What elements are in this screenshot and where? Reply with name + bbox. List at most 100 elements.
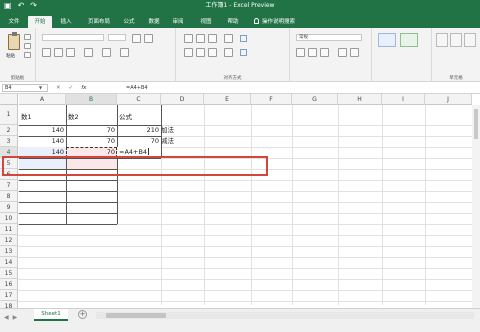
sheet-tab-sheet1[interactable]: Sheet1 xyxy=(34,309,68,321)
number-format-box[interactable]: 常规 xyxy=(296,34,362,41)
column-header-g[interactable]: G xyxy=(292,94,338,105)
wrap-text-icon[interactable] xyxy=(240,35,247,42)
percent-icon[interactable] xyxy=(308,48,317,57)
row-header-16[interactable]: 16 xyxy=(0,279,18,290)
tab-home[interactable]: 开始 xyxy=(28,16,52,28)
font-name-box[interactable] xyxy=(42,34,104,41)
select-all-corner[interactable] xyxy=(0,94,18,105)
row-header-10[interactable]: 10 xyxy=(0,213,18,224)
gridline xyxy=(18,290,480,291)
decrease-font-icon[interactable] xyxy=(144,34,153,43)
increase-decimal-icon[interactable] xyxy=(338,48,347,57)
currency-icon[interactable] xyxy=(296,48,305,57)
horizontal-scroll-thumb[interactable] xyxy=(106,313,166,318)
row-header-7[interactable]: 7 xyxy=(0,180,18,191)
paste-label[interactable]: 粘贴 xyxy=(6,53,15,59)
row-header-17[interactable]: 17 xyxy=(0,290,18,301)
add-sheet-button[interactable]: + xyxy=(78,310,87,319)
italic-icon[interactable] xyxy=(54,48,63,57)
tab-review[interactable]: 审阅 xyxy=(168,16,188,28)
cell-d3[interactable]: 减法 xyxy=(159,136,203,147)
align-bottom-icon[interactable] xyxy=(208,34,217,43)
merge-center-icon[interactable] xyxy=(240,49,247,56)
cell-a2[interactable]: 140 xyxy=(19,125,66,136)
conditional-format-icon[interactable] xyxy=(378,33,396,47)
gridline xyxy=(18,279,480,280)
align-center-icon[interactable] xyxy=(196,48,205,57)
copy-icon[interactable] xyxy=(24,43,31,49)
align-right-icon[interactable] xyxy=(208,48,217,57)
lightbulb-icon xyxy=(254,18,259,24)
align-middle-icon[interactable] xyxy=(196,34,205,43)
column-header-h[interactable]: H xyxy=(338,94,382,105)
cut-icon[interactable] xyxy=(24,34,31,40)
row-header-3[interactable]: 3 xyxy=(0,136,18,147)
row-header-12[interactable]: 12 xyxy=(0,235,18,246)
orientation-icon[interactable] xyxy=(224,34,233,43)
align-top-icon[interactable] xyxy=(184,34,193,43)
cell-c2[interactable]: 210 xyxy=(117,125,161,136)
cell-b1[interactable]: 数2 xyxy=(66,112,117,123)
horizontal-scrollbar[interactable] xyxy=(96,312,474,319)
comma-icon[interactable] xyxy=(320,48,329,57)
tab-formulas[interactable]: 公式 xyxy=(118,16,140,28)
worksheet-grid[interactable]: A B C D E F G H I J 1 2 3 4 5 6 7 8 9 10… xyxy=(0,94,480,312)
row-header-2[interactable]: 2 xyxy=(0,125,18,136)
format-cells-icon[interactable] xyxy=(464,33,476,47)
paste-icon[interactable] xyxy=(8,32,20,50)
cell-b3[interactable]: 70 xyxy=(66,136,117,147)
vertical-scroll-thumb[interactable] xyxy=(474,109,478,139)
font-size-box[interactable] xyxy=(108,34,126,41)
cell-b2[interactable]: 70 xyxy=(66,125,117,136)
decrease-decimal-icon[interactable] xyxy=(350,48,359,57)
column-header-b[interactable]: B xyxy=(66,94,117,105)
chevron-down-icon[interactable]: ▼ xyxy=(39,85,42,90)
tab-file[interactable]: 文件 xyxy=(4,16,24,28)
row-header-11[interactable]: 11 xyxy=(0,224,18,235)
enter-icon[interactable]: ✓ xyxy=(69,85,74,91)
row-header-8[interactable]: 8 xyxy=(0,191,18,202)
tab-view[interactable]: 视图 xyxy=(196,16,216,28)
cell-a1[interactable]: 数1 xyxy=(19,112,66,123)
column-header-d[interactable]: D xyxy=(161,94,204,105)
cell-d2[interactable]: 加法 xyxy=(159,125,203,136)
column-header-f[interactable]: F xyxy=(251,94,292,105)
row-header-13[interactable]: 13 xyxy=(0,246,18,257)
increase-font-icon[interactable] xyxy=(132,34,141,43)
bold-icon[interactable] xyxy=(42,48,51,57)
delete-cells-icon[interactable] xyxy=(450,33,462,47)
tab-help[interactable]: 帮助 xyxy=(222,16,244,28)
row-header-15[interactable]: 15 xyxy=(0,268,18,279)
format-painter-icon[interactable] xyxy=(24,52,31,58)
cell-a3[interactable]: 140 xyxy=(19,136,66,147)
column-header-c[interactable]: C xyxy=(117,94,161,105)
format-table-icon[interactable] xyxy=(400,33,418,47)
tab-data[interactable]: 数据 xyxy=(144,16,164,28)
sheet-nav-arrows-icon[interactable]: ◀▶ xyxy=(4,314,21,321)
tab-page-layout[interactable]: 页面布局 xyxy=(82,16,116,28)
column-header-i[interactable]: I xyxy=(382,94,425,105)
vertical-scrollbar[interactable] xyxy=(472,105,480,308)
cancel-icon[interactable]: ✕ xyxy=(56,85,61,91)
indent-icon[interactable] xyxy=(224,48,233,57)
underline-icon[interactable] xyxy=(66,48,75,57)
font-color-icon[interactable] xyxy=(120,48,129,57)
align-left-icon[interactable] xyxy=(184,48,193,57)
row-header-9[interactable]: 9 xyxy=(0,202,18,213)
row-header-1[interactable]: 1 xyxy=(0,105,18,125)
cell-c3[interactable]: 70 xyxy=(117,136,161,147)
insert-function-icon[interactable]: fx xyxy=(81,85,86,91)
fill-color-icon[interactable] xyxy=(102,48,111,57)
column-header-j[interactable]: J xyxy=(425,94,472,105)
row-header-14[interactable]: 14 xyxy=(0,257,18,268)
gridline xyxy=(18,246,480,247)
formula-input[interactable]: =A4+B4 xyxy=(126,84,478,92)
insert-cells-icon[interactable] xyxy=(436,33,448,47)
borders-icon[interactable] xyxy=(84,48,93,57)
tell-me-search[interactable]: 操作说明搜索 xyxy=(254,16,295,28)
column-header-e[interactable]: E xyxy=(204,94,251,105)
column-header-a[interactable]: A xyxy=(19,94,66,105)
cell-c1[interactable]: 公式 xyxy=(117,112,161,123)
tab-insert[interactable]: 插入 xyxy=(56,16,76,28)
cell-c4-formula: =A4+B4 xyxy=(119,148,148,156)
